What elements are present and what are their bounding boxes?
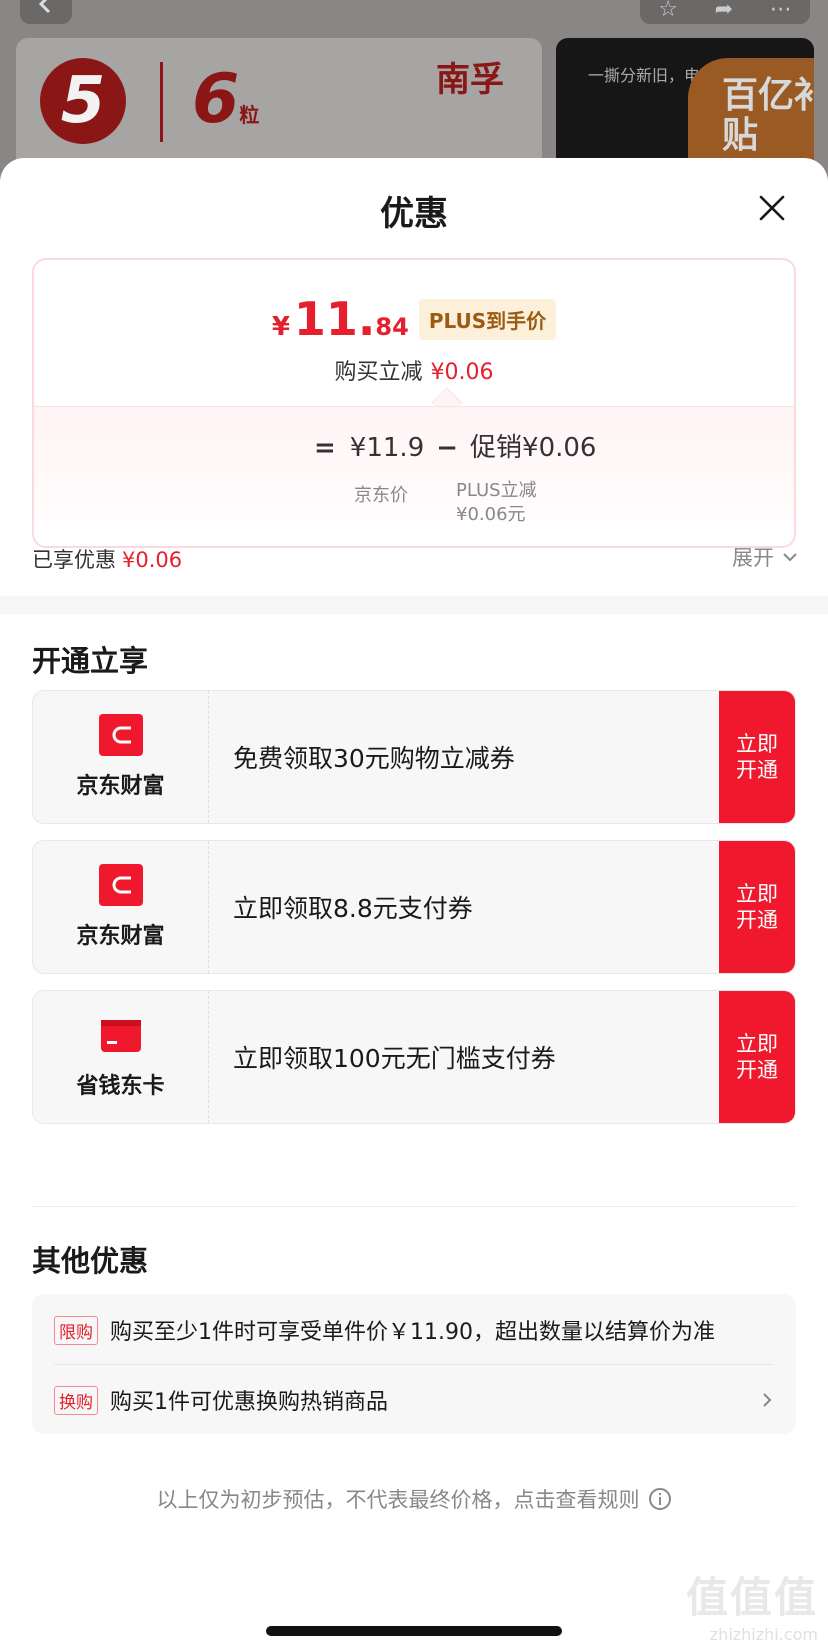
plus-price-tag: PLUS到手价 [418,298,557,340]
rules-footnote[interactable]: 以上仅为初步预估，不代表最终价格，点击查看规则 [0,1484,828,1514]
offer-card[interactable]: 省钱东卡 立即领取100元无门槛支付券 立即开通 [32,990,796,1124]
banner-brand: 南孚 [436,60,504,100]
expand-label: 展开 [732,546,774,570]
list-item: 限购 购买至少1件时可享受单件价￥11.90，超出数量以结算价为准 [54,1314,715,1346]
open-now-button[interactable]: 立即开通 [719,841,795,973]
currency-symbol: ¥ [271,312,290,342]
discount-sheet: 优惠 ¥ 11. 84 PLUS到手价 购买立减 ¥0.06 = ¥11.9− 促销¥… [0,158,828,1648]
offer-provider-name: 京东财富 [76,774,165,799]
offer-provider-name: 省钱东卡 [76,1074,165,1099]
section-gap [0,596,828,614]
sheet-title: 优惠 [380,194,448,234]
back-icon [38,0,51,14]
open-section-title: 开通立享 [32,644,149,678]
price-integer: 11. [293,292,376,346]
other-section-title: 其他优惠 [32,1244,149,1278]
other-offers-list: 限购 购买至少1件时可享受单件价￥11.90，超出数量以结算价为准 换购 购买1… [32,1294,796,1434]
minus-sign: − [436,433,459,463]
reduce-value: ¥0.06 [430,360,494,385]
banner-five: 5 [40,58,126,144]
formula-row: = ¥11.9− 促销¥0.06 [314,427,596,464]
equals-sign: = [314,433,336,463]
enjoyed-value: ¥0.06 [122,548,183,572]
watermark-url: zhizhizhi.com [709,1625,818,1644]
offer-provider-name: 京东财富 [76,924,165,949]
card-icon [100,1020,141,1052]
promo-value: 促销¥0.06 [470,433,597,463]
list-item-text: 购买至少1件时可享受单件价￥11.90，超出数量以结算价为准 [110,1320,715,1345]
star-icon: ☆ [658,0,679,22]
jd-price-label: 京东价 [354,485,408,506]
reduce-label: 购买立减 [334,360,423,385]
exchange-tag: 换购 [54,1385,98,1415]
banner-divider [160,62,163,142]
reduce-row: 购买立减 ¥0.06 [34,354,794,386]
plus-reduce-value: ¥0.06元 [456,504,526,525]
price-formula: = ¥11.9− 促销¥0.06 京东价 PLUS立减 ¥0.06元 [34,406,794,546]
list-item-text: 购买1件可优惠换购热销商品 [110,1390,388,1415]
offer-text: 免费领取30元购物立减券 [233,744,515,773]
offer-provider: 京东财富 [33,841,209,973]
limit-tag: 限购 [54,1315,98,1345]
wallet-icon [98,864,143,906]
final-price: ¥ 11. 84 [272,292,409,346]
price-decimal: 84 [375,313,409,341]
enjoyed-discount: 已享优惠 ¥0.06 [32,544,182,574]
offer-provider: 京东财富 [33,691,209,823]
price-breakdown-card: ¥ 11. 84 PLUS到手价 购买立减 ¥0.06 = ¥11.9− 促销¥0.0… [32,258,796,548]
divider [32,1206,796,1207]
chevron-right-icon[interactable] [762,1392,772,1408]
plus-reduce-title: PLUS立减 [456,480,537,501]
watermark-text: 值值值 [685,1573,818,1622]
top-actions: ☆ ➦ ⋯ [640,0,810,24]
row-divider [54,1364,774,1365]
jd-price: ¥11.9 [349,433,425,463]
offer-text: 立即领取8.8元支付券 [233,894,473,923]
list-item[interactable]: 换购 购买1件可优惠换购热销商品 [54,1384,388,1416]
banner-six: 6粒 [192,60,260,139]
offer-card[interactable]: 京东财富 免费领取30元购物立减券 立即开通 [32,690,796,824]
open-now-button[interactable]: 立即开通 [719,691,795,823]
back-button [20,0,72,24]
offer-text: 立即领取100元无门槛支付券 [233,1044,556,1073]
price-top: ¥ 11. 84 PLUS到手价 购买立减 ¥0.06 [34,260,794,406]
share-icon: ➦ [714,0,734,22]
chevron-down-icon [783,553,797,562]
watermark: 值值值 zhizhizhi.com [668,1564,818,1644]
enjoyed-label: 已享优惠 [32,548,116,572]
plus-reduce-label: PLUS立减 ¥0.06元 [456,479,537,527]
offer-card[interactable]: 京东财富 立即领取8.8元支付券 立即开通 [32,840,796,974]
expand-button[interactable]: 展开 [732,542,798,572]
final-price-row: ¥ 11. 84 PLUS到手价 [34,292,794,346]
offer-provider: 省钱东卡 [33,991,209,1123]
more-icon: ⋯ [769,0,792,22]
background-page: ☆ ➦ ⋯ 5 6粒 南孚 一撕分新旧，电池 百亿补贴 [0,0,828,180]
open-now-button[interactable]: 立即开通 [719,991,795,1123]
wallet-icon [98,714,143,756]
info-icon[interactable] [648,1487,672,1511]
home-indicator [266,1626,562,1636]
footnote-text: 以上仅为初步预估，不代表最终价格，点击查看规则 [156,1488,640,1512]
close-icon[interactable] [752,188,792,228]
